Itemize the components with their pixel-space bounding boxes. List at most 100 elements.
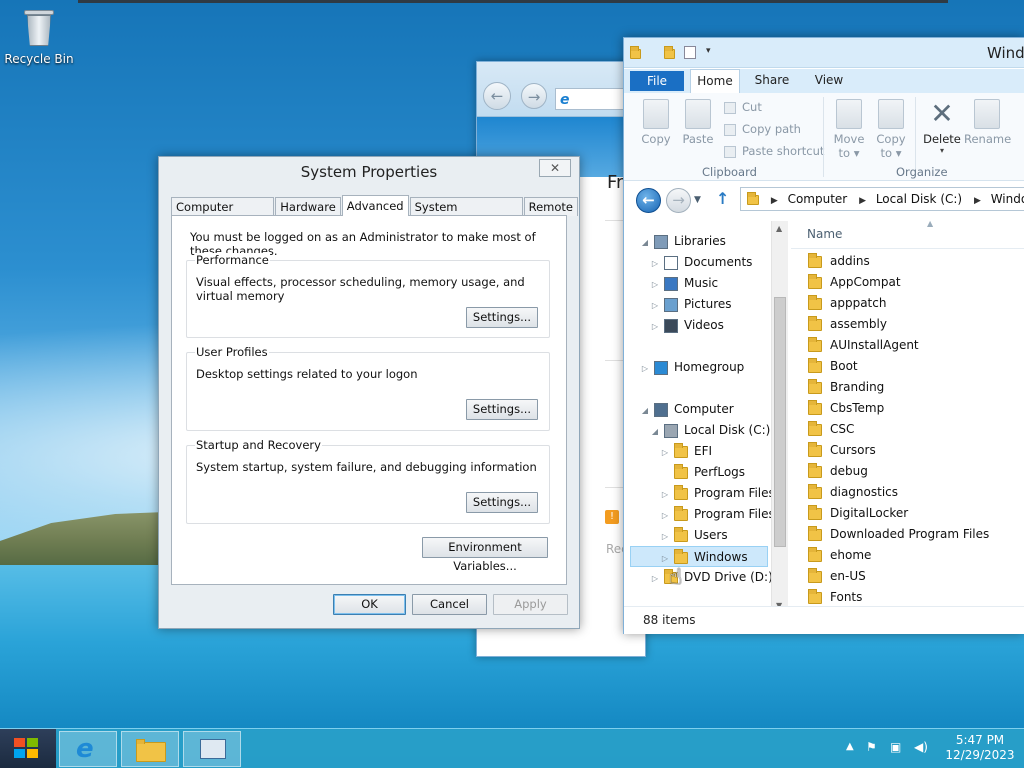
list-item[interactable]: AppCompat: [791, 272, 1024, 293]
list-item[interactable]: ehome: [791, 545, 1024, 566]
tree-item[interactable]: ▷ Program Files: [660, 483, 775, 504]
expand-arrow-icon[interactable]: ▷: [650, 316, 660, 337]
tab-hardware[interactable]: Hardware: [275, 197, 341, 216]
apply-button[interactable]: Apply: [493, 594, 568, 615]
cancel-button[interactable]: Cancel: [412, 594, 487, 615]
delete-button[interactable]: ✕ Delete ▾: [920, 99, 964, 156]
clock[interactable]: 5:47 PM 12/29/2023: [944, 733, 1016, 763]
list-item[interactable]: addins: [791, 251, 1024, 272]
expand-arrow-icon[interactable]: ▷: [660, 505, 670, 526]
tab-remote[interactable]: Remote: [523, 197, 578, 216]
taskbar-file-explorer[interactable]: [121, 731, 179, 767]
folder-icon[interactable]: [664, 45, 676, 59]
environment-variables-button[interactable]: Environment Variables...: [422, 537, 548, 573]
tree-item[interactable]: ▷ Windows: [630, 546, 768, 567]
list-item[interactable]: assembly: [791, 314, 1024, 335]
paste-shortcut-button[interactable]: Paste shortcut: [724, 144, 824, 158]
expand-arrow-icon[interactable]: ▷: [650, 568, 660, 589]
up-button[interactable]: ↑: [716, 189, 729, 208]
navigation-pane-scrollbar[interactable]: ▲ ▼: [771, 221, 788, 613]
list-item[interactable]: Boot: [791, 356, 1024, 377]
list-item[interactable]: Cursors: [791, 440, 1024, 461]
list-item[interactable]: diagnostics: [791, 482, 1024, 503]
tree-item[interactable]: PerfLogs: [660, 462, 745, 483]
quick-access-dropdown-icon[interactable]: ▾: [706, 46, 711, 56]
close-button[interactable]: ✕: [539, 159, 571, 177]
expand-arrow-icon[interactable]: ▷: [660, 526, 670, 547]
forward-button[interactable]: →: [666, 188, 691, 213]
tab-advanced[interactable]: Advanced: [341, 195, 409, 216]
list-item[interactable]: CbsTemp: [791, 398, 1024, 419]
copy-button[interactable]: Copy: [638, 99, 674, 146]
copy-path-button[interactable]: Copy path: [724, 122, 801, 136]
volume-icon[interactable]: ◀): [914, 740, 928, 754]
list-item[interactable]: AUInstallAgent: [791, 335, 1024, 356]
rss-icon[interactable]: !: [605, 510, 619, 524]
list-item[interactable]: CSC: [791, 419, 1024, 440]
start-button[interactable]: [0, 729, 56, 768]
tree-item[interactable]: ▷ Program Files (: [660, 504, 783, 525]
properties-icon[interactable]: [684, 46, 696, 59]
recent-locations-dropdown-icon[interactable]: ▼: [694, 195, 701, 205]
paste-button[interactable]: Paste: [680, 99, 716, 146]
rename-button[interactable]: Rename: [964, 99, 1011, 146]
collapse-arrow-icon[interactable]: ◢: [640, 400, 650, 421]
action-center-flag-icon[interactable]: ⚑: [866, 740, 877, 754]
tab-view[interactable]: View: [804, 69, 854, 93]
column-header-name[interactable]: Name: [807, 227, 842, 241]
tree-item[interactable]: ▷ Music: [650, 273, 718, 294]
tab-home[interactable]: Home: [690, 69, 740, 94]
ie-forward-button[interactable]: →: [521, 83, 547, 109]
startup-recovery-settings-button[interactable]: Settings...: [466, 492, 538, 513]
tree-item[interactable]: ◢ Computer: [640, 399, 734, 420]
tab-file[interactable]: File: [630, 71, 684, 91]
cut-button[interactable]: Cut: [724, 100, 762, 114]
scrollbar-thumb[interactable]: [774, 297, 786, 547]
collapse-arrow-icon[interactable]: ◢: [640, 232, 650, 253]
expand-arrow-icon[interactable]: ▷: [650, 295, 660, 316]
breadcrumb-computer[interactable]: Computer: [788, 192, 848, 206]
list-item[interactable]: DigitalLocker: [791, 503, 1024, 524]
performance-settings-button[interactable]: Settings...: [466, 307, 538, 328]
file-explorer-window[interactable]: ▾ Windo File Home Share View Copy Paste …: [623, 37, 1024, 634]
system-properties-dialog[interactable]: System Properties ✕ Computer Name Hardwa…: [158, 156, 580, 629]
user-profiles-settings-button[interactable]: Settings...: [466, 399, 538, 420]
tree-item[interactable]: ▷ Documents: [650, 252, 752, 273]
expand-arrow-icon[interactable]: ▷: [660, 442, 670, 463]
explorer-title-bar[interactable]: ▾ Windo: [624, 38, 1024, 68]
address-bar[interactable]: ▶ Computer ▶ Local Disk (C:) ▶ Windows ▶: [740, 187, 1024, 211]
tab-share[interactable]: Share: [750, 69, 794, 93]
show-hidden-icons-icon[interactable]: ▲: [846, 741, 854, 752]
tree-item[interactable]: ▷ EFI: [660, 441, 712, 462]
tree-item[interactable]: ▷ Pictures: [650, 294, 732, 315]
list-item[interactable]: Downloaded Program Files: [791, 524, 1024, 545]
expand-arrow-icon[interactable]: ▷: [650, 253, 660, 274]
tab-computer-name[interactable]: Computer Name: [171, 197, 275, 232]
ok-button[interactable]: OK: [333, 594, 406, 615]
ie-back-button[interactable]: ←: [483, 82, 511, 110]
scroll-up-icon[interactable]: ▲: [776, 224, 782, 233]
list-item[interactable]: debug: [791, 461, 1024, 482]
dialog-title-bar[interactable]: System Properties ✕: [159, 157, 579, 187]
list-item[interactable]: en-US: [791, 566, 1024, 587]
tree-item[interactable]: ◢ Local Disk (C:): [650, 420, 770, 441]
list-item[interactable]: Branding: [791, 377, 1024, 398]
taskbar-internet-explorer[interactable]: e: [59, 731, 117, 767]
recycle-bin-shortcut[interactable]: Recycle Bin: [4, 6, 74, 66]
tree-item[interactable]: ▷ Videos: [650, 315, 724, 336]
breadcrumb-windows[interactable]: Windows: [991, 192, 1024, 206]
list-item[interactable]: apppatch: [791, 293, 1024, 314]
expand-arrow-icon[interactable]: ▷: [640, 358, 650, 379]
move-to-button[interactable]: Move to ▾: [830, 99, 868, 160]
tree-item[interactable]: ▷ Users: [660, 525, 728, 546]
expand-arrow-icon[interactable]: ▷: [650, 274, 660, 295]
breadcrumb-local-disk[interactable]: Local Disk (C:): [876, 192, 962, 206]
list-item[interactable]: Fonts: [791, 587, 1024, 608]
network-icon[interactable]: ▣: [890, 740, 901, 754]
tab-system-protection[interactable]: System Protection: [409, 197, 523, 232]
back-button[interactable]: ←: [636, 188, 661, 213]
copy-to-button[interactable]: Copy to ▾: [872, 99, 910, 160]
tree-item[interactable]: ◢ Libraries: [640, 231, 726, 252]
taskbar-system-properties[interactable]: [183, 731, 241, 767]
tree-item[interactable]: ▷ Homegroup: [640, 357, 744, 378]
